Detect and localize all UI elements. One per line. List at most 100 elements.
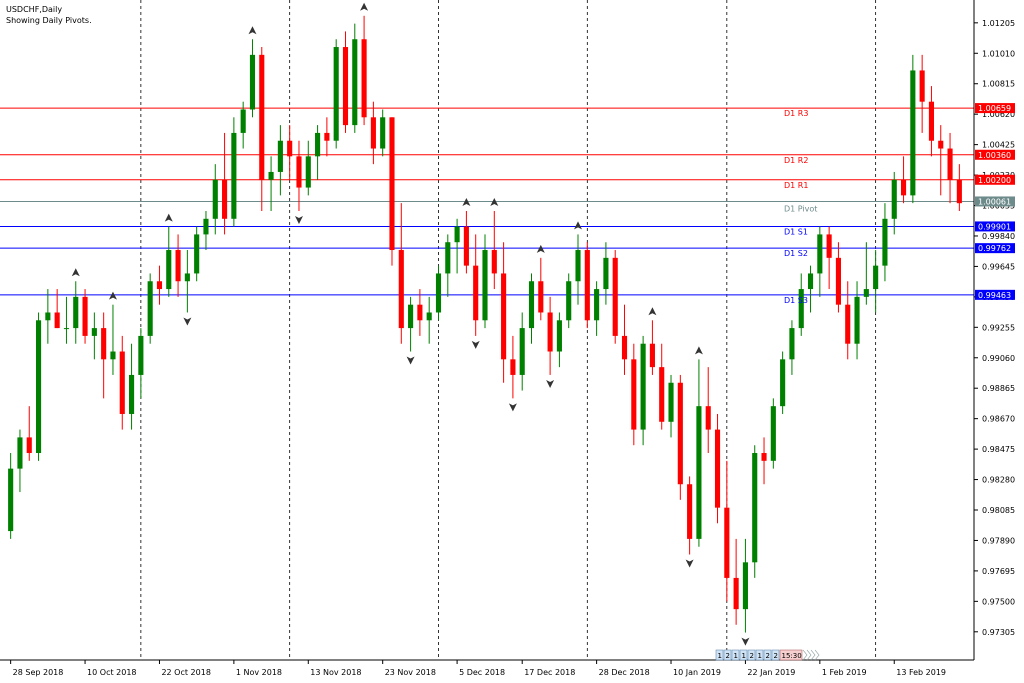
candle-body bbox=[845, 304, 851, 344]
pivot-label: D1 S1 bbox=[784, 227, 808, 236]
candle-body bbox=[287, 140, 293, 157]
candle-body bbox=[166, 250, 172, 290]
pivot-label: D1 R3 bbox=[784, 109, 808, 118]
candle-body bbox=[156, 281, 163, 290]
y-tick-label: 0.99255 bbox=[982, 323, 1015, 332]
candle-body bbox=[510, 359, 516, 375]
candle-body bbox=[324, 132, 330, 141]
timeframe-label: 1 bbox=[734, 652, 738, 660]
candle-body bbox=[463, 226, 469, 266]
timeframe-label: 2 bbox=[766, 652, 770, 660]
candle-body bbox=[501, 273, 507, 360]
candle-body bbox=[212, 179, 218, 219]
candle-body bbox=[566, 281, 572, 321]
candle-body bbox=[547, 312, 553, 352]
candle-body bbox=[519, 328, 525, 375]
candle-body bbox=[761, 453, 767, 461]
x-tick-label: 28 Dec 2018 bbox=[599, 668, 650, 677]
candle-body bbox=[222, 179, 228, 219]
x-tick-label: 1 Feb 2019 bbox=[822, 668, 867, 677]
candle-body bbox=[26, 437, 32, 454]
candle-body bbox=[603, 257, 609, 290]
candle-body bbox=[333, 47, 339, 141]
candle-body bbox=[445, 242, 451, 274]
candle-body bbox=[175, 250, 181, 282]
x-tick-label: 1 Nov 2018 bbox=[236, 668, 282, 677]
candle-body bbox=[240, 109, 246, 133]
candle-body bbox=[119, 351, 125, 414]
candle-body bbox=[668, 382, 674, 422]
candle-body bbox=[594, 289, 600, 321]
pivot-label: D1 R1 bbox=[784, 181, 808, 190]
y-tick-label: 0.98280 bbox=[982, 476, 1015, 485]
y-tick-label: 0.98670 bbox=[982, 415, 1015, 424]
candle-body bbox=[342, 47, 349, 126]
candle-body bbox=[705, 406, 711, 430]
candle-body bbox=[770, 406, 776, 461]
candle-body bbox=[259, 54, 265, 180]
timeframe-label: 2 bbox=[750, 652, 754, 660]
candle-body bbox=[640, 343, 646, 430]
y-tick-label: 0.99060 bbox=[982, 354, 1015, 363]
candle-body bbox=[714, 429, 721, 508]
price-chart[interactable]: D1 R3 D1 R2 D1 R1 D1 Pivot D1 S1 D1 S2 D1 S3 1… bbox=[0, 0, 1024, 683]
candle-body bbox=[231, 132, 237, 219]
candle-body bbox=[826, 234, 832, 258]
candle-body bbox=[138, 335, 144, 375]
y-tick-label: 0.97890 bbox=[982, 536, 1015, 545]
candle-body bbox=[268, 171, 274, 180]
candle-body bbox=[147, 281, 153, 336]
candle-body bbox=[352, 39, 358, 126]
price-badge-text: 1.00659 bbox=[978, 104, 1011, 113]
timeframe-label: 2 bbox=[774, 652, 778, 660]
candle-body bbox=[398, 250, 404, 329]
candle-body bbox=[110, 351, 116, 360]
timeframe-label: 1 bbox=[742, 652, 746, 660]
candle-body bbox=[8, 468, 14, 532]
candle-body bbox=[854, 296, 860, 344]
price-badge-text: 1.00061 bbox=[978, 197, 1011, 206]
chart-title: USDCHF,Daily bbox=[6, 5, 62, 14]
candle-body bbox=[752, 453, 758, 563]
x-tick-label: 13 Nov 2018 bbox=[310, 668, 361, 677]
candle-body bbox=[249, 54, 256, 110]
candle-body bbox=[538, 281, 544, 313]
y-tick-label: 1.00425 bbox=[982, 141, 1015, 150]
y-tick-label: 1.00815 bbox=[982, 80, 1015, 89]
y-tick-label: 1.01010 bbox=[982, 49, 1015, 58]
y-tick-label: 0.98085 bbox=[982, 506, 1015, 515]
candle-body bbox=[938, 140, 944, 149]
chart-window: D1 R3 D1 R2 D1 R1 D1 Pivot D1 S1 D1 S2 D1 S3 1… bbox=[0, 0, 1024, 683]
candle-body bbox=[101, 328, 107, 360]
x-tick-label: 23 Nov 2018 bbox=[385, 668, 436, 677]
y-tick-label: 0.97305 bbox=[982, 628, 1015, 637]
candle-body bbox=[35, 320, 42, 454]
pivot-label: D1 S2 bbox=[784, 249, 808, 258]
candle-body bbox=[789, 328, 795, 360]
candle-body bbox=[910, 70, 916, 196]
candle-body bbox=[612, 257, 618, 336]
price-badge-text: 1.00200 bbox=[978, 176, 1011, 185]
x-tick-label: 17 Dec 2018 bbox=[524, 668, 575, 677]
candle-body bbox=[454, 226, 460, 243]
candle-body bbox=[947, 148, 953, 180]
x-tick-label: 10 Oct 2018 bbox=[87, 668, 136, 677]
pivot-label: D1 Pivot bbox=[784, 204, 817, 213]
candle-body bbox=[733, 577, 739, 610]
candle-body bbox=[370, 117, 376, 149]
candle-body bbox=[426, 312, 432, 321]
y-tick-label: 0.98475 bbox=[982, 445, 1015, 454]
y-tick-label: 0.97500 bbox=[982, 597, 1015, 606]
candle-body bbox=[184, 273, 190, 282]
price-badge-text: 0.99762 bbox=[978, 244, 1011, 253]
candle-body bbox=[873, 265, 879, 290]
candle-body bbox=[649, 343, 655, 368]
price-badge-text: 0.99463 bbox=[978, 291, 1011, 300]
candle-body bbox=[203, 218, 209, 235]
y-tick-label: 0.99645 bbox=[982, 262, 1015, 271]
timeframe-label: 2 bbox=[726, 652, 730, 660]
candle-body bbox=[194, 234, 200, 274]
candle-body bbox=[45, 312, 51, 321]
candle-body bbox=[277, 140, 283, 172]
candle-body bbox=[129, 374, 135, 414]
